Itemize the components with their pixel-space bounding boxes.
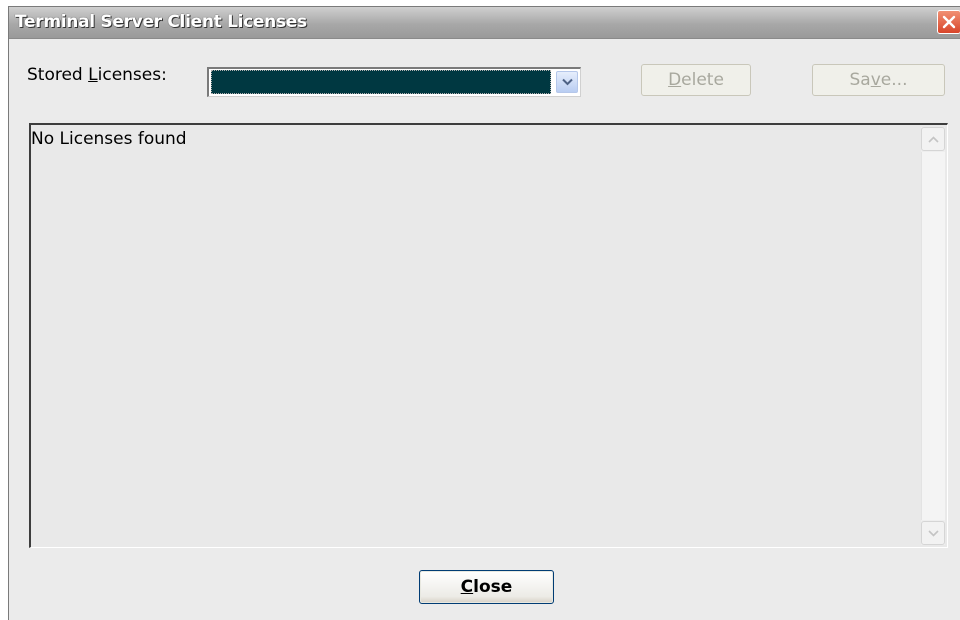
window-title: Terminal Server Client Licenses bbox=[15, 12, 307, 32]
stored-licenses-label: Stored Licenses: bbox=[27, 65, 167, 85]
close-button[interactable]: Close bbox=[419, 570, 554, 604]
close-window-button[interactable] bbox=[937, 10, 960, 34]
chevron-down-icon bbox=[562, 78, 573, 86]
empty-list-message: No Licenses found bbox=[31, 129, 187, 149]
scroll-down-button[interactable] bbox=[921, 521, 945, 545]
licenses-dialog: Terminal Server Client Licenses Stored L… bbox=[8, 6, 960, 620]
scroll-up-arrow-icon bbox=[928, 136, 939, 143]
scroll-down-arrow-icon bbox=[928, 530, 939, 537]
delete-button[interactable]: Delete bbox=[641, 64, 751, 96]
licenses-list[interactable]: No Licenses found bbox=[29, 123, 948, 548]
vertical-scrollbar[interactable] bbox=[921, 127, 945, 545]
title-bar[interactable]: Terminal Server Client Licenses bbox=[9, 7, 960, 39]
scroll-up-button[interactable] bbox=[921, 127, 945, 151]
dropdown-button[interactable] bbox=[556, 71, 578, 93]
save-button[interactable]: Save... bbox=[812, 64, 945, 96]
scroll-track[interactable] bbox=[921, 152, 945, 520]
close-icon bbox=[942, 15, 956, 29]
stored-licenses-selected-value[interactable] bbox=[211, 70, 551, 94]
stored-licenses-dropdown[interactable] bbox=[207, 67, 581, 97]
